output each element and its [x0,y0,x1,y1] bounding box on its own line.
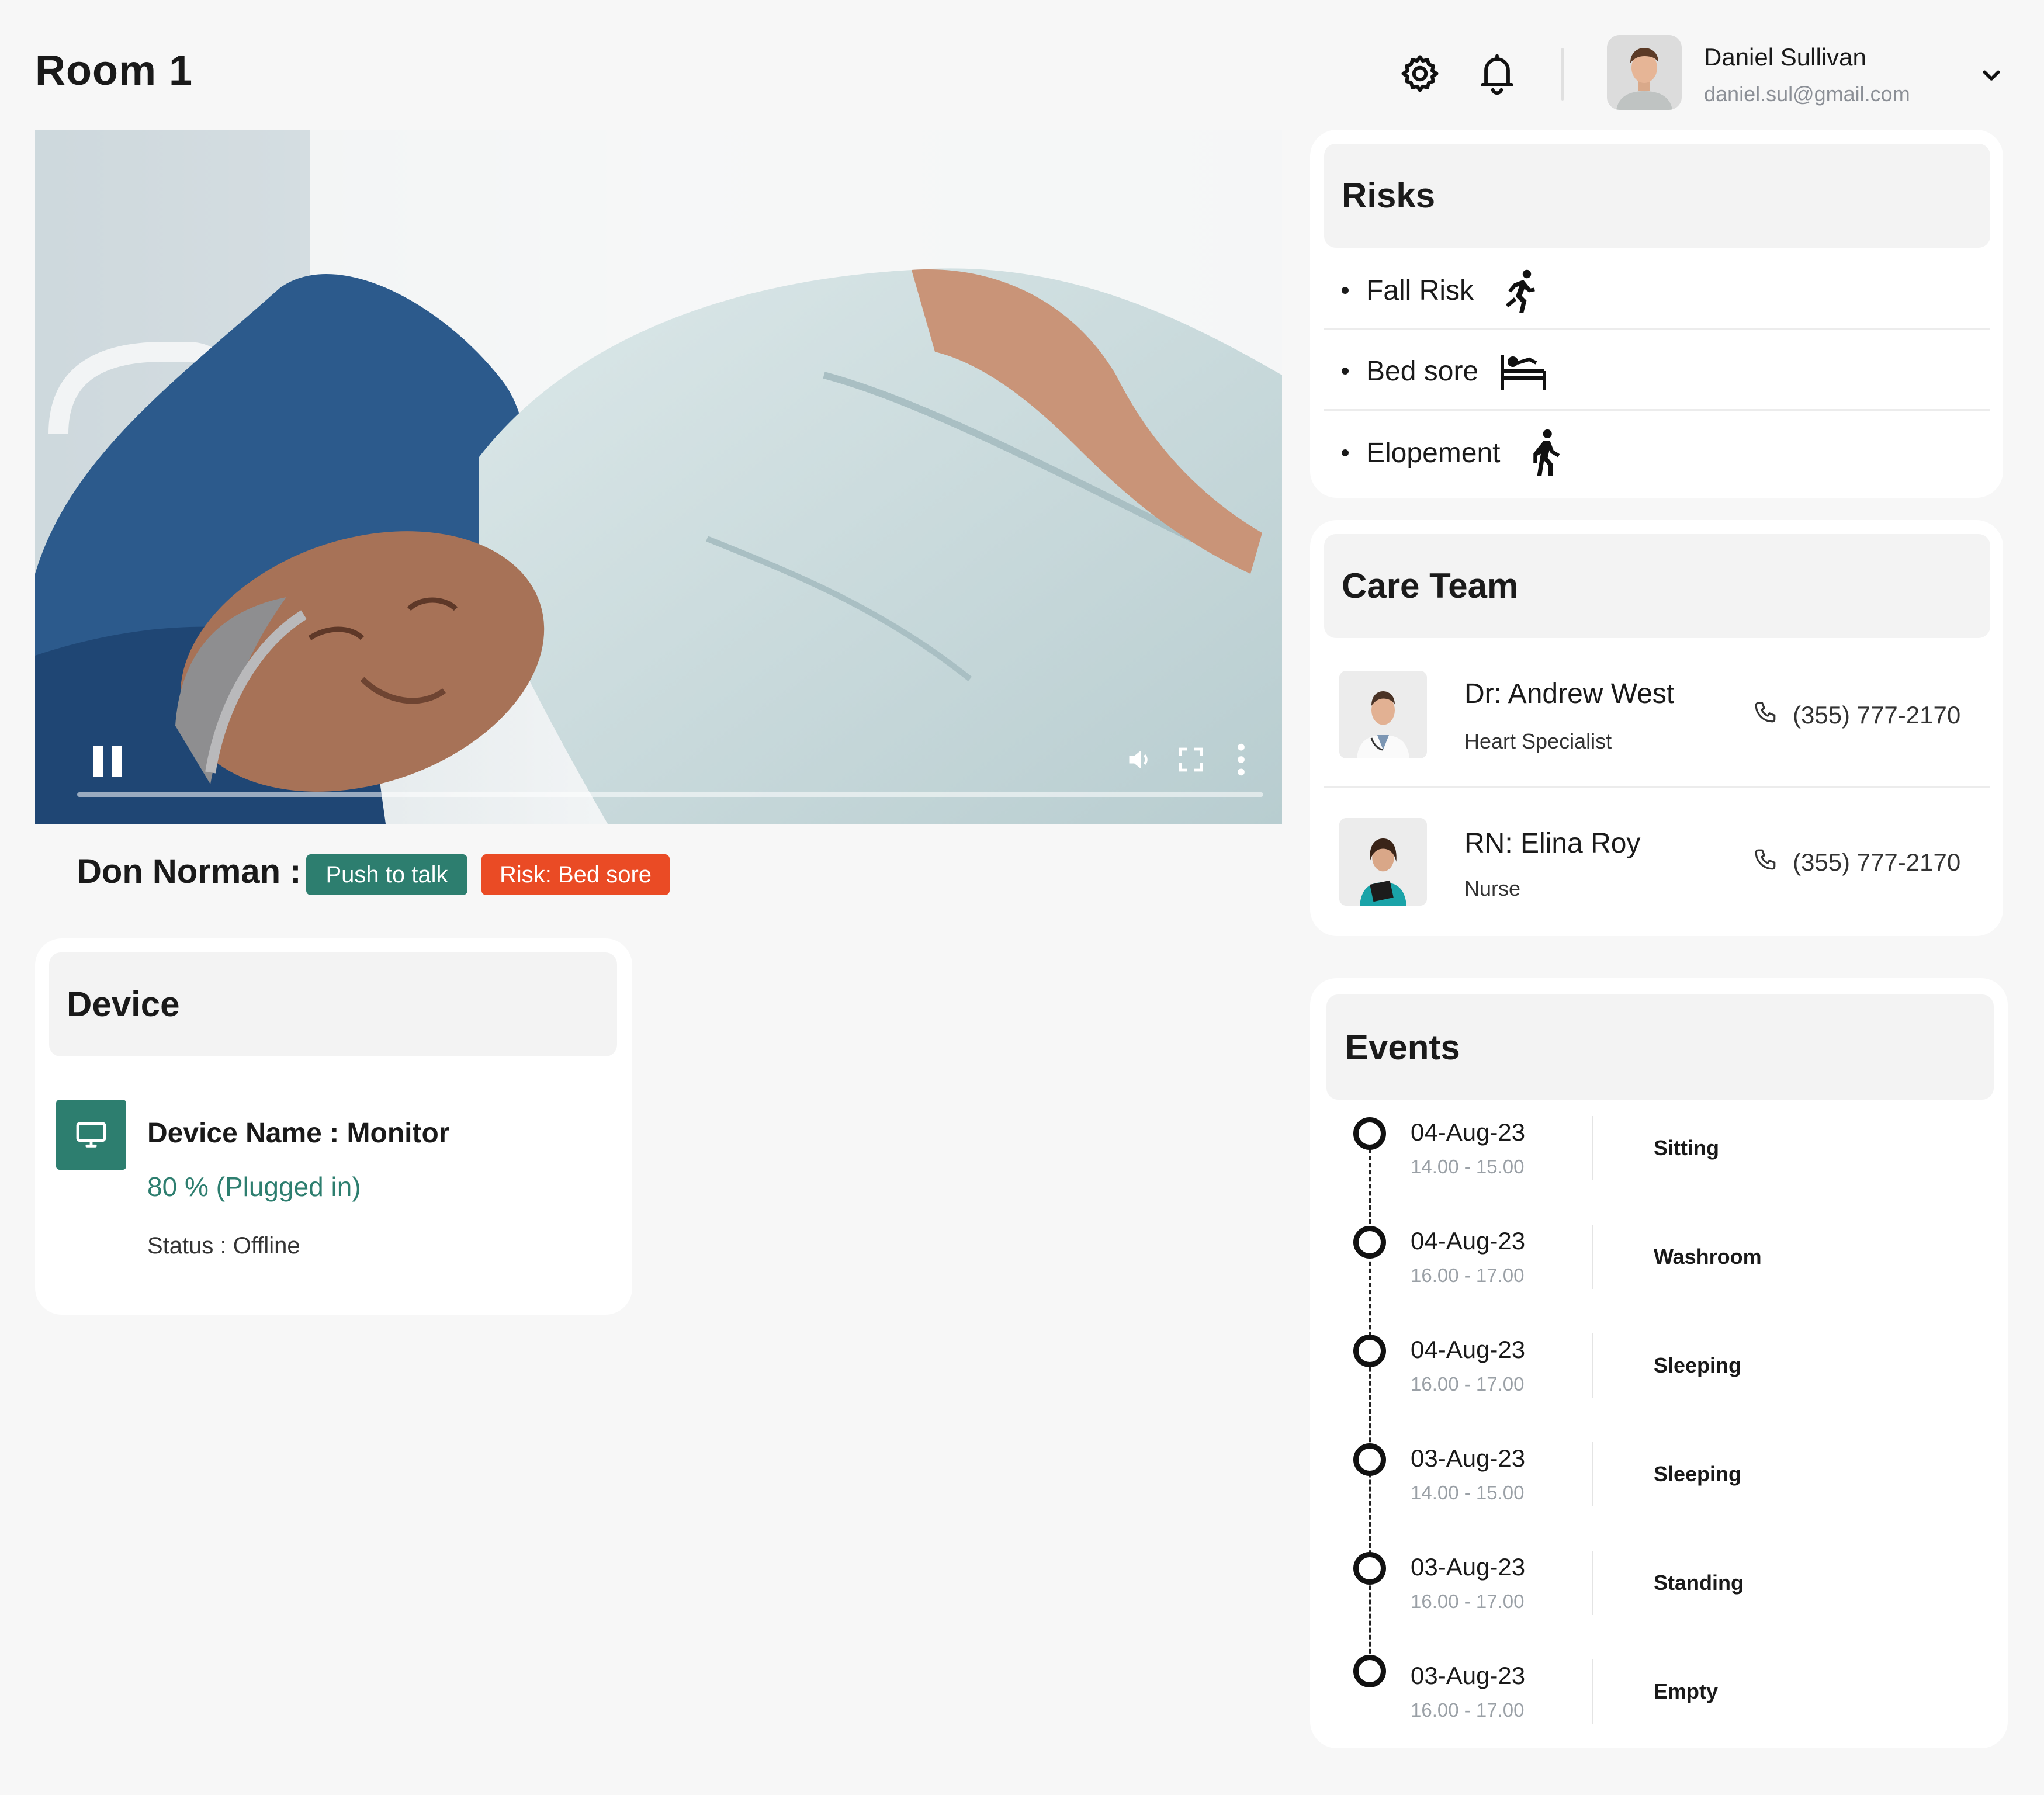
event-date: 03-Aug-23 [1411,1444,1526,1472]
risk-item: Elopement [1324,413,1990,493]
risk-label: Elopement [1366,437,1501,469]
divider [1324,409,1990,411]
divider [1592,1442,1593,1506]
divider [1592,1659,1593,1724]
care-team-card-title: Care Team [1342,566,1519,605]
device-card-title: Device [67,985,180,1024]
nurse-photo [1339,818,1427,906]
timeline-dot [1353,1552,1386,1585]
chevron-down-icon[interactable] [1975,58,2008,91]
timeline-dot [1353,1335,1386,1367]
event-activity: Sleeping [1654,1353,1742,1377]
risk-badge: Risk: Bed sore [481,854,670,895]
bullet [1342,449,1349,456]
care-member-phone[interactable]: (355) 777-2170 [1753,847,1960,878]
patient-name: Don Norman : [77,853,302,890]
event-time: 14.00 - 15.00 [1411,1156,1525,1177]
timeline-dot [1353,1117,1386,1150]
patient-video-frame [35,130,1282,824]
risk-item: Fall Risk [1324,250,1990,331]
phone-icon [1753,700,1778,730]
user-name: Daniel Sullivan [1704,43,1866,71]
pause-icon[interactable] [86,737,129,784]
timeline-dot [1353,1655,1386,1687]
user-email: daniel.sul@gmail.com [1704,82,1910,106]
notification-bell-icon[interactable] [1474,50,1520,97]
care-member-name: Dr: Andrew West [1464,678,1675,709]
risks-card-title: Risks [1342,176,1436,215]
page-title: Room 1 [35,47,193,94]
event-date: 04-Aug-23 [1411,1336,1526,1363]
monitor-icon [56,1100,126,1170]
timeline-dot [1353,1443,1386,1476]
camera-video-feed[interactable] [35,130,1282,824]
more-options-icon[interactable] [1229,741,1253,778]
walking-icon [1519,427,1571,479]
event-activity: Empty [1654,1679,1719,1703]
event-date: 03-Aug-23 [1411,1662,1526,1689]
bed-icon [1497,345,1550,397]
event-activity: Standing [1654,1571,1744,1595]
event-time: 16.00 - 17.00 [1411,1373,1525,1395]
timeline-dot [1353,1226,1386,1259]
divider [1324,328,1990,330]
care-member-role: Heart Specialist [1464,729,1612,753]
bullet [1342,368,1349,375]
header-divider [1561,48,1564,101]
divider [1592,1116,1593,1180]
phone-number: (355) 777-2170 [1793,701,1961,729]
divider [1592,1333,1593,1398]
event-time: 16.00 - 17.00 [1411,1699,1525,1721]
device-battery: 80 % (Plugged in) [147,1172,361,1202]
risk-item: Bed sore [1324,331,1990,411]
event-time: 16.00 - 17.00 [1411,1264,1525,1286]
fall-icon [1492,264,1545,317]
event-time: 14.00 - 15.00 [1411,1482,1525,1503]
event-date: 04-Aug-23 [1411,1118,1526,1146]
bullet [1342,287,1349,294]
divider [1324,786,1990,788]
event-activity: Sitting [1654,1136,1719,1160]
settings-gear-icon[interactable] [1397,50,1443,97]
video-progress-bar[interactable] [77,792,1263,797]
divider [1592,1225,1593,1289]
event-activity: Washroom [1654,1245,1762,1269]
push-to-talk-button[interactable]: Push to talk [306,854,467,895]
fullscreen-icon[interactable] [1177,746,1205,774]
event-activity: Sleeping [1654,1462,1742,1486]
event-time: 16.00 - 17.00 [1411,1590,1525,1612]
divider [1592,1551,1593,1615]
volume-icon[interactable] [1125,744,1156,775]
phone-icon [1753,847,1778,878]
risk-label: Fall Risk [1366,275,1474,306]
device-name: Device Name : Monitor [147,1118,450,1149]
event-date: 03-Aug-23 [1411,1553,1526,1581]
risk-label: Bed sore [1366,355,1479,387]
doctor-photo [1339,671,1427,758]
events-card-title: Events [1345,1028,1460,1067]
user-avatar[interactable] [1607,35,1682,110]
care-member-phone[interactable]: (355) 777-2170 [1753,700,1960,730]
care-member-role: Nurse [1464,876,1521,900]
phone-number: (355) 777-2170 [1793,848,1961,876]
event-date: 04-Aug-23 [1411,1227,1526,1255]
device-status: Status : Offline [147,1233,300,1259]
care-member-name: RN: Elina Roy [1464,828,1641,859]
